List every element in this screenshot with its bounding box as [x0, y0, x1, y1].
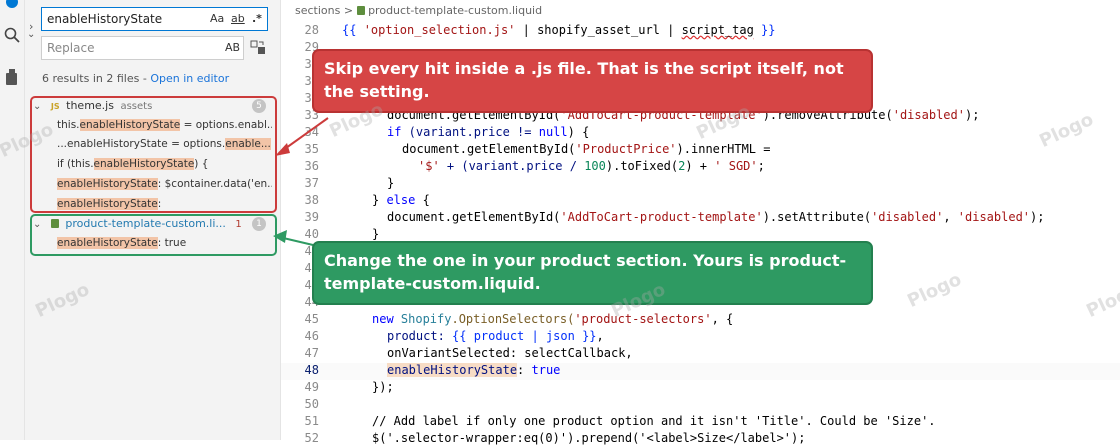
breadcrumb-separator: > — [343, 4, 354, 17]
shopify-file-icon — [356, 6, 365, 15]
code-line: 47 onVariantSelected: selectCallback, — [304, 346, 633, 360]
regex-toggle[interactable]: .* — [252, 8, 262, 30]
code-line: 39 document.getElementById('AddToCart-pro… — [304, 210, 1045, 224]
results-count-text: 6 results in 2 files - — [42, 72, 151, 85]
breadcrumb-folder[interactable]: sections — [295, 4, 340, 17]
code-line: 45 new Shopify.OptionSelectors('product-s… — [304, 312, 734, 326]
callout-skip-js: Skip every hit inside a .js file. That i… — [312, 49, 873, 113]
chevron-down-icon[interactable]: ⌄ — [27, 29, 35, 40]
code-line: 49}); — [304, 380, 394, 394]
preserve-case-toggle[interactable]: AB — [225, 37, 240, 59]
open-in-editor-link[interactable]: Open in editor — [150, 72, 229, 85]
search-input[interactable]: enableHistoryState Aa ab .* — [41, 7, 268, 31]
callout-change-liquid: Change the one in your product section. … — [312, 241, 873, 305]
code-line: 46 product: {{ product | json }}, — [304, 329, 604, 343]
liquid-results-frame — [30, 214, 277, 256]
code-line: 28{{ 'option_selection.js' | shopify_ass… — [304, 23, 776, 37]
code-line: 38} else { — [304, 193, 430, 207]
code-line: 35 document.getElementById('ProductPrice'… — [304, 142, 771, 156]
whole-word-toggle[interactable]: ab — [231, 8, 245, 30]
js-results-frame — [30, 96, 277, 213]
code-line: 51// Add label if only one product optio… — [304, 414, 936, 428]
code-line: 36 '$' + (variant.price / 100).toFixed(2)… — [304, 159, 765, 173]
search-icon[interactable] — [0, 26, 24, 48]
activity-bar — [0, 0, 25, 440]
info-badge-icon — [0, 0, 24, 13]
replace-all-icon[interactable] — [250, 39, 266, 59]
current-code-line: 48 enableHistoryState: true — [281, 363, 1120, 380]
breadcrumb-file[interactable]: product-template-custom.liquid — [368, 4, 542, 17]
breadcrumb: sections > product-template-custom.liqui… — [295, 4, 542, 17]
replace-placeholder: Replace — [47, 41, 95, 55]
match-case-toggle[interactable]: Aa — [210, 8, 224, 30]
search-match-highlight: enableHistoryState — [387, 363, 518, 377]
replace-input[interactable]: Replace AB — [41, 36, 244, 60]
search-query-text: enableHistoryState — [47, 12, 163, 26]
extensions-icon[interactable] — [0, 68, 24, 90]
code-line: 37} — [304, 176, 395, 190]
results-summary: 6 results in 2 files - Open in editor — [42, 72, 229, 85]
